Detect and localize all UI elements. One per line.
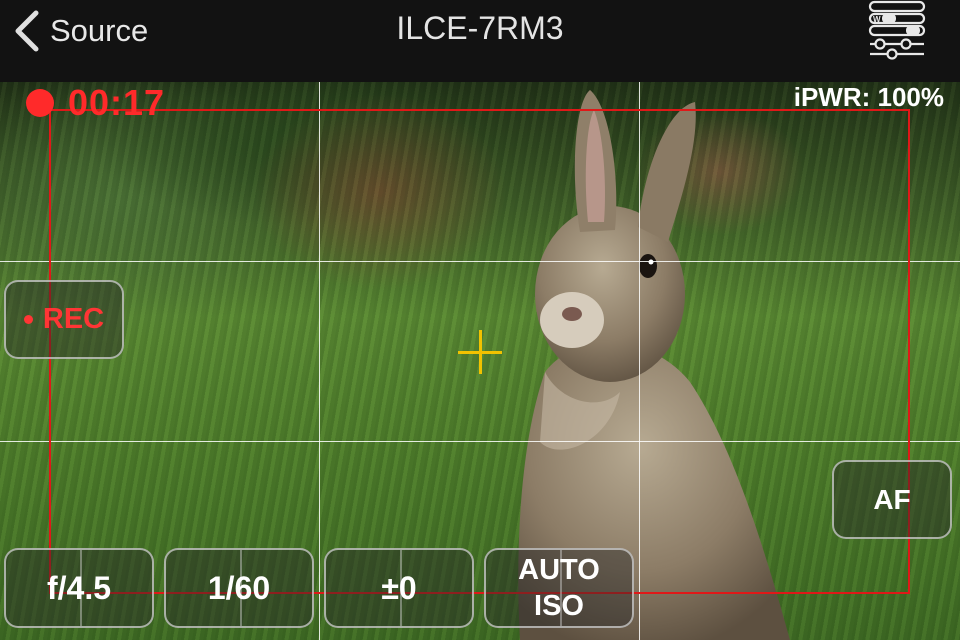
aperture-value: f/4.5 bbox=[46, 569, 112, 606]
svg-text:W: W bbox=[873, 15, 881, 24]
shutter-speed-value: 1/60 bbox=[207, 569, 271, 606]
record-label: REC bbox=[42, 303, 105, 335]
iso-value-line2: ISO bbox=[534, 590, 584, 622]
focus-crosshair-icon bbox=[458, 330, 502, 374]
af-label: AF bbox=[873, 483, 911, 515]
record-dot-icon bbox=[23, 315, 33, 324]
top-nav-bar: Source ILCE-7RM3 W bbox=[0, 0, 960, 82]
aperture-button[interactable]: f/4.5 bbox=[4, 548, 154, 628]
iso-button[interactable]: AUTO ISO bbox=[484, 548, 634, 628]
page-title: ILCE-7RM3 bbox=[396, 10, 564, 46]
exposure-compensation-button[interactable]: ±0 bbox=[324, 548, 474, 628]
record-button[interactable]: REC bbox=[4, 280, 124, 359]
sliders-icon: W bbox=[868, 0, 926, 60]
exposure-value: ±0 bbox=[381, 569, 417, 606]
recording-indicator: 00:17 bbox=[26, 82, 165, 124]
autofocus-button[interactable]: AF bbox=[832, 460, 952, 539]
camera-viewfinder[interactable]: 00:17 iPWR: 100% REC AF f/4.5 1/60 ±0 AU… bbox=[0, 82, 960, 640]
recording-timer: 00:17 bbox=[68, 82, 166, 123]
power-level: iPWR: 100% bbox=[793, 82, 944, 112]
shutter-speed-button[interactable]: 1/60 bbox=[164, 548, 314, 628]
record-dot-icon bbox=[26, 89, 54, 117]
settings-button[interactable]: W bbox=[866, 0, 928, 60]
iso-value-line1: AUTO bbox=[518, 554, 600, 586]
